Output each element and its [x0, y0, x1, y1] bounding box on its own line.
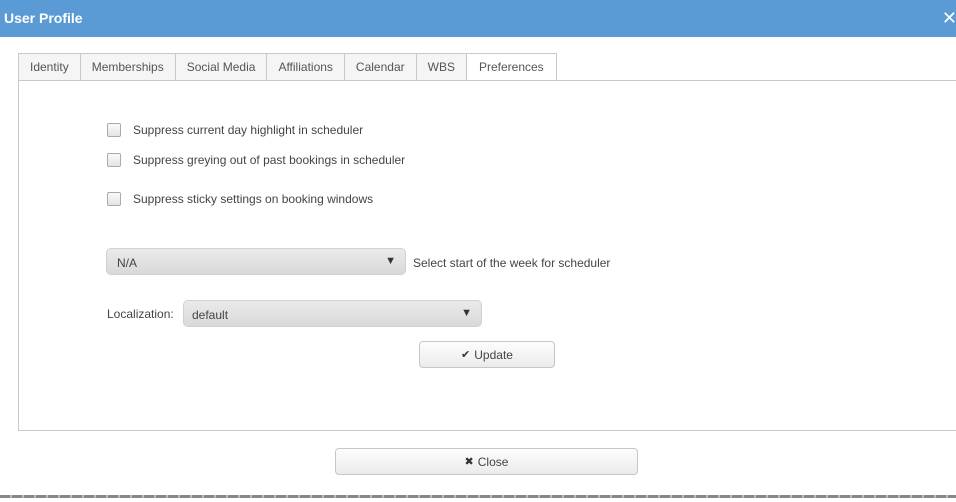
update-button-label: Update — [474, 347, 513, 362]
tab-wbs[interactable]: WBS — [415, 53, 466, 81]
close-button[interactable]: ✖ Close — [335, 448, 638, 475]
close-button-label: Close — [477, 454, 509, 469]
tab-social-media[interactable]: Social Media — [174, 53, 267, 81]
checkbox-label: Suppress sticky settings on booking wind… — [133, 192, 374, 206]
tab-identity[interactable]: Identity — [18, 53, 80, 81]
suppress-sticky-checkbox[interactable] — [107, 192, 121, 206]
tab-preferences[interactable]: Preferences — [465, 53, 557, 81]
week-start-value: N/A — [117, 256, 138, 270]
tab-memberships[interactable]: Memberships — [79, 53, 175, 81]
suppress-greying-checkbox[interactable] — [107, 153, 121, 167]
checkbox-label: Suppress greying out of past bookings in… — [133, 153, 406, 167]
checkbox-label: Suppress current day highlight in schedu… — [133, 123, 364, 137]
suppress-current-day-checkbox[interactable] — [107, 123, 121, 137]
checkbox-row-sticky-settings: Suppress sticky settings on booking wind… — [107, 192, 373, 206]
localization-value: default — [192, 308, 229, 322]
localization-label: Localization: — [107, 307, 174, 321]
window-close-icon[interactable]: ✕ — [942, 8, 956, 29]
close-x-icon: ✖ — [464, 456, 474, 468]
tab-bar: Identity Memberships Social Media Affili… — [18, 53, 557, 81]
localization-select[interactable]: default ▼ — [183, 300, 482, 327]
checkbox-row-current-day: Suppress current day highlight in schedu… — [107, 123, 363, 137]
tab-affiliations[interactable]: Affiliations — [266, 53, 344, 81]
window-title: User Profile — [4, 10, 83, 26]
caret-down-icon: ▼ — [385, 255, 396, 267]
tab-calendar[interactable]: Calendar — [343, 53, 416, 81]
week-start-caption: Select start of the week for scheduler — [413, 256, 611, 270]
check-icon: ✔ — [461, 349, 471, 361]
bottom-divider — [0, 495, 956, 498]
update-button[interactable]: ✔ Update — [419, 341, 555, 368]
title-bar: User Profile ✕ — [0, 0, 956, 37]
caret-down-icon: ▼ — [461, 307, 472, 319]
week-start-select[interactable]: N/A ▼ — [106, 248, 406, 275]
checkbox-row-past-bookings: Suppress greying out of past bookings in… — [107, 153, 405, 167]
